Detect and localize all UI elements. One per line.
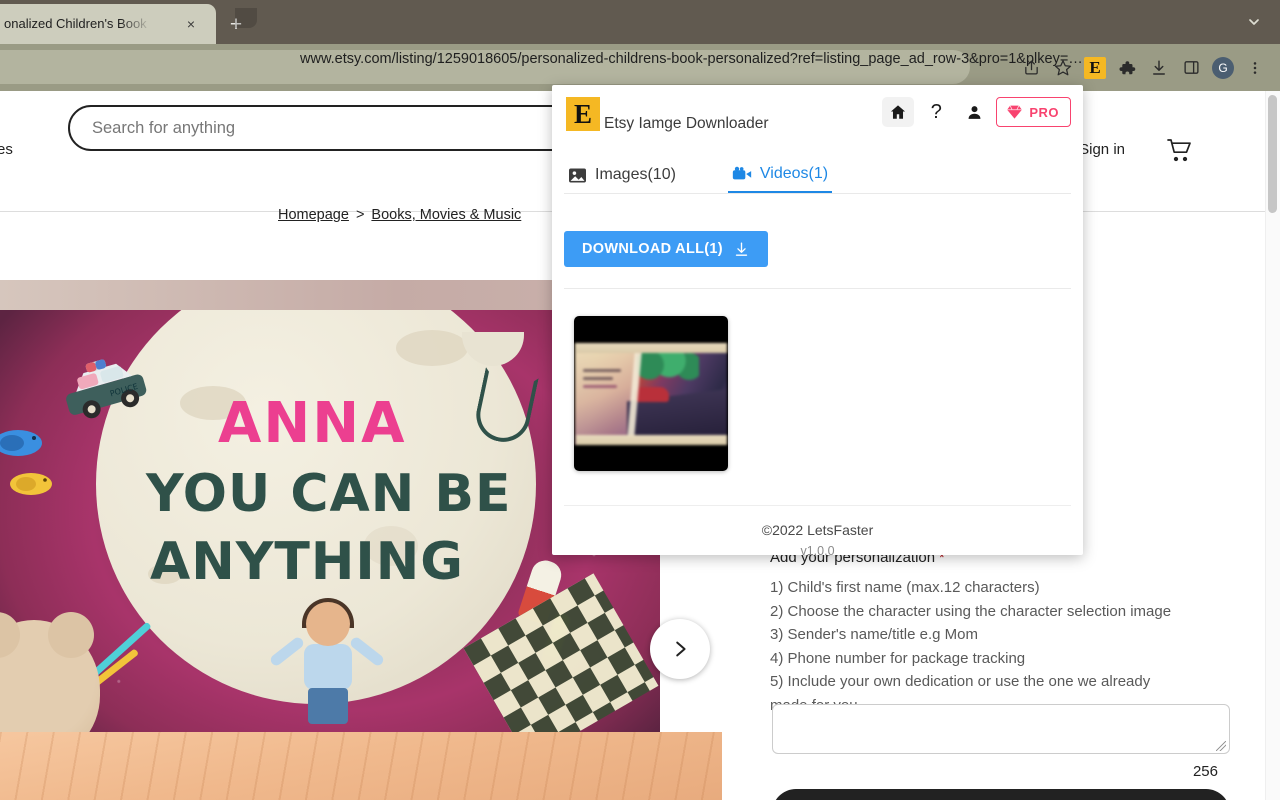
home-icon[interactable] [882,97,915,127]
instruction-line: 2) Choose the character using the charac… [770,602,1172,620]
popup-header-actions: ? PRO [882,97,1071,127]
extension-icon-letter: E [1084,56,1106,79]
popup-footer: ©2022 LetsFaster v1.0.0 [564,505,1071,555]
share-icon[interactable] [1016,53,1046,83]
popup-header: E Etsy Iamge Downloader ? PRO [552,85,1083,143]
close-icon[interactable]: × [182,15,200,33]
toolbar-icons: E G [1016,44,1270,91]
image-icon [568,167,587,184]
downloads-icon[interactable] [1144,53,1174,83]
etsy-downloader-popup: E Etsy Iamge Downloader ? PRO Images(10) [552,85,1083,555]
version-text: v1.0.0 [800,544,835,555]
browser-tab[interactable]: onalized Children's Book × [0,4,216,44]
breadcrumb-category[interactable]: Books, Movies & Music [371,207,521,223]
book-child-name: ANNA [218,391,407,456]
divider [564,288,1071,289]
pro-label: PRO [1029,104,1059,120]
copyright-text: ©2022 LetsFaster [761,522,874,538]
app-logo-letter: E [573,98,592,129]
plus-icon: + [229,12,243,36]
search-placeholder: Search for anything [92,119,236,137]
chrome-menu-icon[interactable] [1240,53,1270,83]
tab-videos-label: Videos(1) [759,165,829,182]
tab-strip: onalized Children's Book × + [0,0,1280,44]
breadcrumb-separator: > [355,207,365,223]
tab-title: onalized Children's Book [4,16,147,31]
popup-tabs: Images(10) Videos(1) [564,157,1071,194]
yellow-bird-illustration [8,470,54,498]
download-all-label: DOWNLOAD ALL(1) [582,241,723,257]
book-tagline-line1: YOU CAN BE [146,464,512,524]
instruction-line: 5) Include your own dedication or use th… [770,673,1151,690]
download-icon [733,241,750,258]
page-scrollbar[interactable] [1265,91,1280,800]
url-text: www.etsy.com/listing/1259018605/personal… [300,51,1083,67]
tab-videos[interactable]: Videos(1) [727,157,833,193]
teddy-bear-illustration [0,612,100,732]
side-panel-icon[interactable] [1176,53,1206,83]
thumbnail-car [635,387,669,402]
instruction-line: 1) Child's first name (max.12 characters… [770,579,1040,596]
help-icon-glyph: ? [930,100,942,123]
child-illustration [268,598,386,726]
breadcrumb: Homepage > Books, Movies & Music [278,207,521,223]
chevron-right-icon[interactable] [650,619,710,679]
bookmark-star-icon[interactable] [1048,53,1078,83]
profile-avatar[interactable]: G [1208,53,1238,83]
book-tagline-line2: ANYTHING [150,532,464,592]
avatar-initial: G [1212,56,1234,79]
account-icon[interactable] [958,97,990,127]
help-icon[interactable]: ? [920,97,952,127]
pro-upgrade-button[interactable]: PRO [996,97,1071,127]
video-camera-icon [732,166,752,182]
instruction-line: 4) Phone number for package tracking [770,649,1026,667]
tab-images-label: Images(10) [595,166,676,183]
personalization-textarea[interactable] [772,704,1230,754]
etsy-downloader-extension-icon[interactable]: E [1080,53,1110,83]
character-counter: 256 [1192,763,1218,780]
new-tab-button[interactable]: + [222,8,257,38]
add-to-cart-button[interactable] [772,789,1230,800]
instruction-line: 3) Sender's name/title e.g Mom [770,626,978,643]
blue-bird-illustration [0,426,44,460]
app-title: Etsy Iamge Downloader [604,115,769,132]
resize-grip-icon[interactable] [1216,741,1226,751]
shopping-cart-icon[interactable] [1165,137,1193,163]
video-thumbnail-frame [575,343,727,445]
chevron-down-icon[interactable] [1246,14,1262,30]
diamond-icon [1007,105,1023,119]
categories-link[interactable]: gories [0,141,13,158]
download-all-button[interactable]: DOWNLOAD ALL(1) [564,231,768,267]
tab-images[interactable]: Images(10) [564,157,680,193]
extensions-puzzle-icon[interactable] [1112,53,1142,83]
breadcrumb-home[interactable]: Homepage [278,207,349,223]
video-thumbnail[interactable] [574,316,728,471]
wood-desk-backdrop [0,732,722,800]
personalization-instructions: 1) Child's first name (max.12 characters… [770,576,1230,717]
sign-in-link[interactable]: Sign in [1079,141,1125,158]
scrollbar-thumb[interactable] [1268,95,1277,213]
app-logo-icon: E [566,97,600,131]
